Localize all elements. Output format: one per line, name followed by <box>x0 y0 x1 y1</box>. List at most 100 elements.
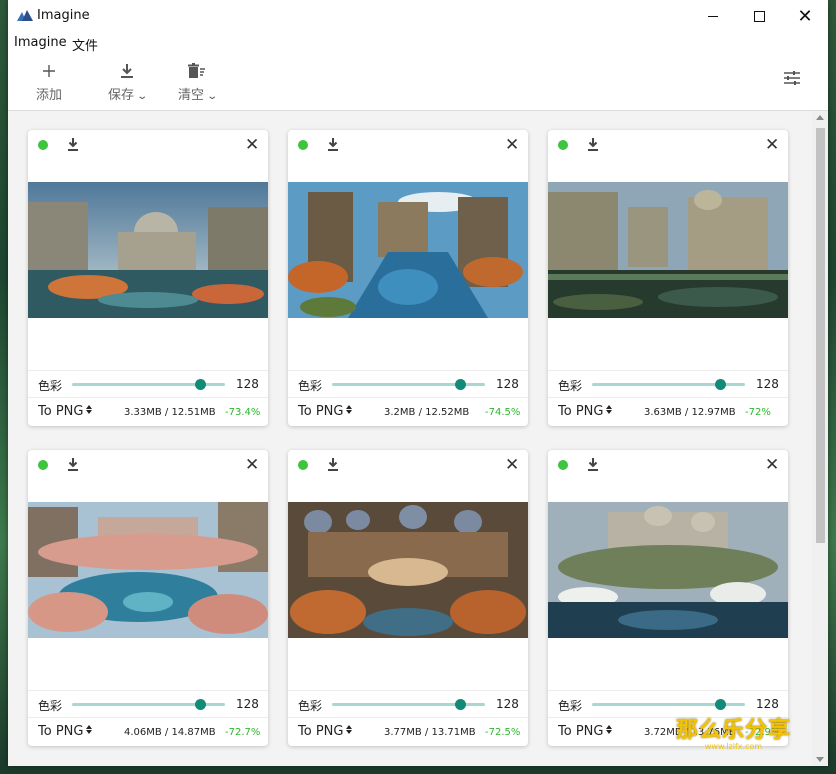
format-label: To PNG <box>38 404 84 419</box>
delete-list-icon <box>188 60 206 82</box>
minimize-button[interactable] <box>690 0 736 32</box>
save-label: 保存 <box>108 88 135 103</box>
color-label: 色彩 <box>38 699 63 713</box>
file-size: 3.77MB / 13.71MB <box>384 727 476 738</box>
close-icon: ✕ <box>797 5 813 27</box>
remove-card-button[interactable]: ✕ <box>245 455 259 475</box>
format-label: To PNG <box>558 724 604 739</box>
image-card: ✕ 色彩 128 <box>548 450 788 746</box>
size-saving: -72% <box>745 407 771 418</box>
clear-button[interactable]: 清空 ⌄ <box>178 60 219 103</box>
image-preview <box>548 502 788 638</box>
image-card: ✕ 色彩 128 <box>548 130 788 426</box>
scroll-up-arrow-icon[interactable] <box>816 115 824 120</box>
slider-handle[interactable] <box>455 379 467 390</box>
color-label: 色彩 <box>558 699 583 713</box>
slider-handle[interactable] <box>195 699 207 710</box>
status-dot <box>558 460 568 470</box>
image-grid: ✕ 色彩 128 To PNG 3.33MB / 12.51MB -73.4% … <box>8 111 828 766</box>
size-saving: -74.5% <box>485 407 521 418</box>
image-card: ✕ 色彩 128 <box>288 450 528 746</box>
slider-handle[interactable] <box>195 379 207 390</box>
image-preview <box>548 182 788 318</box>
menu-file[interactable]: 文件 <box>72 35 98 54</box>
format-label: To PNG <box>38 724 84 739</box>
download-icon[interactable] <box>586 457 600 473</box>
download-icon[interactable] <box>586 137 600 153</box>
color-value: 128 <box>236 697 259 711</box>
file-size: 3.63MB / 12.97MB <box>644 407 736 418</box>
slider-handle[interactable] <box>455 699 467 710</box>
color-label: 色彩 <box>558 379 583 393</box>
close-icon: ✕ <box>245 455 260 475</box>
format-select[interactable]: To PNG <box>558 724 613 739</box>
minimize-icon <box>708 15 718 17</box>
remove-card-button[interactable]: ✕ <box>505 455 519 475</box>
size-saving: -72.5% <box>485 727 521 738</box>
remove-card-button[interactable]: ✕ <box>765 455 779 475</box>
color-value: 128 <box>236 377 259 391</box>
save-button[interactable]: 保存 ⌄ <box>108 60 148 103</box>
download-icon[interactable] <box>66 137 80 153</box>
remove-card-button[interactable]: ✕ <box>505 135 519 155</box>
file-size: 3.2MB / 12.52MB <box>384 407 470 418</box>
download-icon[interactable] <box>326 457 340 473</box>
format-select[interactable]: To PNG <box>38 404 93 419</box>
maximize-button[interactable] <box>736 0 782 32</box>
sort-arrows-icon <box>606 725 613 734</box>
format-select[interactable]: To PNG <box>38 724 93 739</box>
format-label: To PNG <box>298 724 344 739</box>
color-value: 128 <box>756 377 779 391</box>
menu-bar: Imagine 文件 <box>8 32 828 54</box>
add-label: 添加 <box>36 88 63 103</box>
toolbar: 添加 保存 ⌄ 清空 ⌄ <box>8 54 828 111</box>
vertical-scrollbar[interactable] <box>812 111 828 766</box>
status-dot <box>298 140 308 150</box>
image-preview <box>28 502 268 638</box>
add-button[interactable]: 添加 <box>36 60 62 103</box>
format-select[interactable]: To PNG <box>558 404 613 419</box>
image-card: ✕ 色彩 128 <box>28 130 268 426</box>
format-label: To PNG <box>298 404 344 419</box>
download-icon[interactable] <box>326 137 340 153</box>
settings-button[interactable] <box>783 70 801 90</box>
scroll-down-arrow-icon[interactable] <box>816 757 824 762</box>
slider-handle[interactable] <box>715 379 727 390</box>
remove-card-button[interactable]: ✕ <box>245 135 259 155</box>
scroll-thumb[interactable] <box>816 128 825 543</box>
close-window-button[interactable]: ✕ <box>782 0 828 32</box>
color-value: 128 <box>496 377 519 391</box>
image-card: ✕ 色彩 128 <box>28 450 268 746</box>
title-bar: Imagine ✕ <box>8 0 828 32</box>
format-select[interactable]: To PNG <box>298 404 353 419</box>
clear-label: 清空 <box>178 88 205 103</box>
watermark-text: 那么乐分享 <box>676 718 792 743</box>
watermark: 那么乐分享 www.lzlfx.com <box>676 712 791 751</box>
color-label: 色彩 <box>298 379 323 393</box>
menu-imagine[interactable]: Imagine <box>14 35 67 50</box>
sort-arrows-icon <box>86 405 93 414</box>
sliders-icon <box>784 71 800 85</box>
download-icon[interactable] <box>66 457 80 473</box>
sort-arrows-icon <box>346 725 353 734</box>
color-value: 128 <box>756 697 779 711</box>
window-title: Imagine <box>37 8 90 23</box>
sort-arrows-icon <box>606 405 613 414</box>
color-label: 色彩 <box>38 379 63 393</box>
close-icon: ✕ <box>765 135 780 155</box>
plus-icon <box>42 60 56 82</box>
format-label: To PNG <box>558 404 604 419</box>
slider-handle[interactable] <box>715 699 727 710</box>
size-saving: -73.4% <box>225 407 261 418</box>
image-preview <box>28 182 268 318</box>
size-saving: -72.7% <box>225 727 261 738</box>
chevron-down-icon: ⌄ <box>206 91 219 102</box>
remove-card-button[interactable]: ✕ <box>765 135 779 155</box>
close-icon: ✕ <box>505 135 520 155</box>
image-card: ✕ 色彩 128 <box>288 130 528 426</box>
app-logo-icon <box>17 10 33 21</box>
close-icon: ✕ <box>505 455 520 475</box>
format-select[interactable]: To PNG <box>298 724 353 739</box>
status-dot <box>298 460 308 470</box>
image-preview <box>288 502 528 638</box>
